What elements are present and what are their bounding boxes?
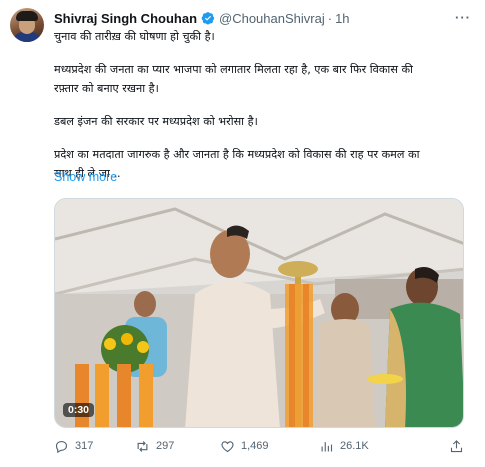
share-icon	[450, 439, 463, 452]
reply-button[interactable]: 317	[54, 439, 93, 454]
like-count: 1,469	[241, 440, 269, 452]
show-more-link[interactable]: Show more	[54, 170, 117, 184]
retweet-icon	[137, 440, 148, 452]
tweet-line: प्रदेश का मतदाता जागरुक है और जानता है क…	[54, 148, 420, 161]
tweet-header: Shivraj Singh Chouhan @ChouhanShivraj · …	[54, 9, 475, 27]
share-button[interactable]	[449, 439, 470, 454]
like-button[interactable]: 1,469	[220, 439, 269, 454]
tweet-line: चुनाव की तारीख़ की घोषणा हो चुकी है।	[54, 30, 215, 43]
reply-count: 317	[75, 440, 94, 452]
tweet-timestamp[interactable]: 1h	[335, 11, 349, 26]
action-bar: 317 297 1,469 26.1K	[54, 437, 474, 455]
author-name[interactable]: Shivraj Singh Chouhan	[54, 11, 197, 26]
tweet-line: डबल इंजन की सरकार पर मध्यप्रदेश को भरोसा…	[54, 115, 258, 128]
reply-icon	[55, 440, 68, 453]
retweet-count: 297	[156, 440, 175, 452]
retweet-button[interactable]: 297	[135, 439, 174, 454]
video-duration: 0:30	[63, 403, 95, 417]
tweet-card[interactable]: Shivraj Singh Chouhan @ChouhanShivraj · …	[0, 0, 485, 467]
video-frame	[55, 199, 463, 427]
more-options-icon[interactable]: ···	[455, 10, 471, 25]
separator-dot: ·	[327, 10, 333, 26]
views-button[interactable]: 26.1K	[319, 439, 369, 454]
heart-icon	[221, 440, 234, 452]
avatar[interactable]	[10, 8, 44, 42]
views-chart-icon	[321, 441, 333, 451]
tweet-line: मध्यप्रदेश की जनता का प्यार भाजपा को लगा…	[54, 63, 413, 76]
tweet-text: चुनाव की तारीख़ की घोषणा हो चुकी है। मध्…	[54, 27, 464, 183]
views-count: 26.1K	[340, 440, 369, 452]
tweet-line: रफ़्तार को बनाए रखना है।	[54, 82, 159, 95]
verified-badge-icon	[201, 12, 215, 25]
author-handle[interactable]: @ChouhanShivraj	[219, 11, 325, 26]
video-player[interactable]: 0:30	[54, 198, 464, 428]
